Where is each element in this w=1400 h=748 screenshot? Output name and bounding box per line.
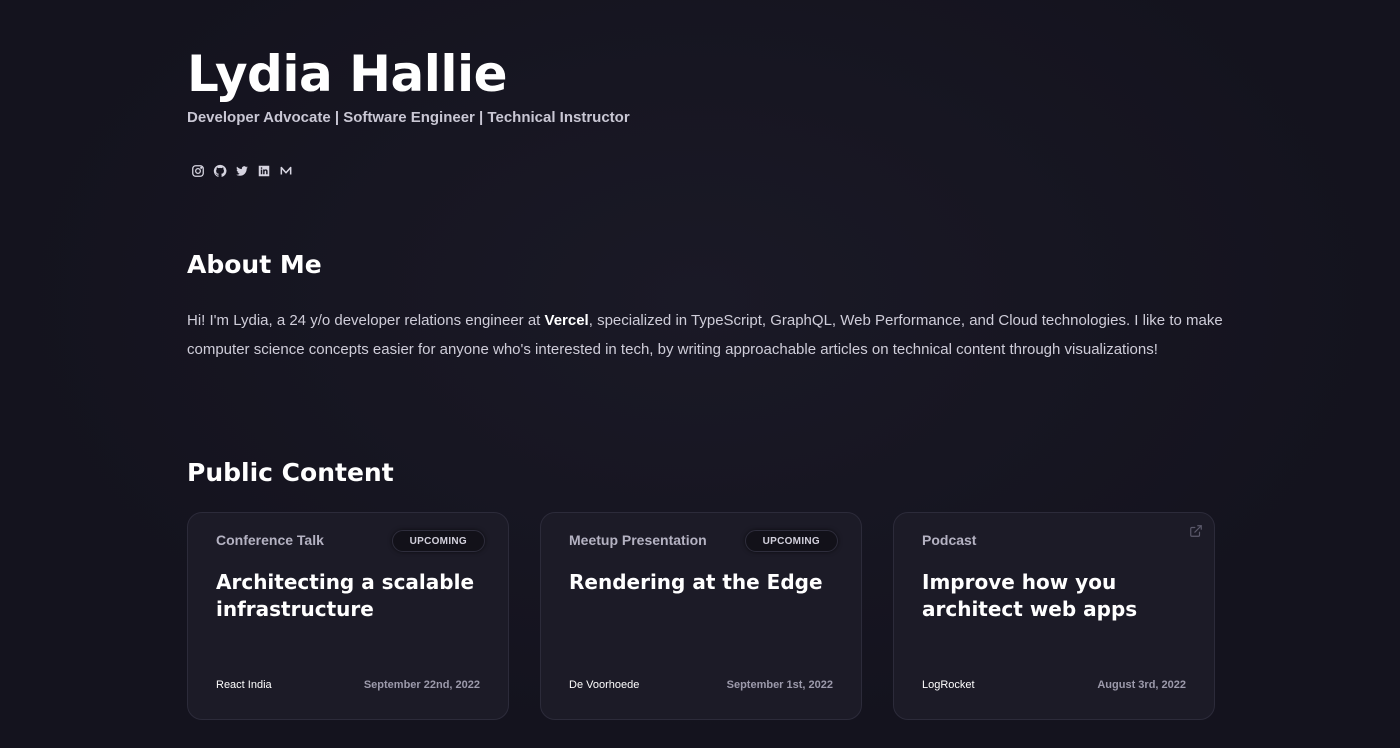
twitter-icon[interactable] — [234, 163, 249, 178]
content-cards: Conference Talk UPCOMING Architecting a … — [187, 512, 1215, 720]
card-date: September 22nd, 2022 — [363, 679, 480, 691]
public-content-heading: Public Content — [187, 458, 394, 487]
content-card[interactable]: Conference Talk UPCOMING Architecting a … — [187, 512, 509, 720]
github-icon[interactable] — [212, 163, 227, 178]
card-title: Architecting a scalable infrastructure — [216, 570, 475, 621]
about-heading: About Me — [187, 250, 322, 279]
card-date: September 1st, 2022 — [726, 679, 833, 691]
profile-name: Lydia Hallie — [187, 45, 508, 103]
about-text: Hi! I'm Lydia, a 24 y/o developer relati… — [187, 306, 1227, 364]
social-links — [190, 163, 293, 178]
card-type: Conference Talk — [216, 532, 324, 548]
external-link-icon[interactable] — [1189, 524, 1203, 538]
card-organization: React India — [216, 679, 272, 691]
card-organization: De Voorhoede — [569, 679, 640, 691]
card-type: Meetup Presentation — [569, 532, 707, 548]
card-organization: LogRocket — [922, 679, 975, 691]
card-type: Podcast — [922, 532, 977, 548]
content-card[interactable]: Meetup Presentation UPCOMING Rendering a… — [540, 512, 862, 720]
upcoming-badge: UPCOMING — [744, 530, 838, 552]
content-card[interactable]: Podcast Improve how you architect web ap… — [893, 512, 1215, 720]
card-title: Rendering at the Edge — [569, 570, 823, 594]
linkedin-icon[interactable] — [256, 163, 271, 178]
profile-tagline: Developer Advocate | Software Engineer |… — [187, 109, 630, 126]
company-name: Vercel — [544, 312, 589, 329]
card-date: August 3rd, 2022 — [1097, 679, 1186, 691]
about-text-intro: Hi! I'm Lydia, a 24 y/o developer relati… — [187, 312, 545, 329]
page: Lydia Hallie Developer Advocate | Softwa… — [0, 0, 1400, 748]
upcoming-badge: UPCOMING — [391, 530, 485, 552]
instagram-icon[interactable] — [190, 163, 205, 178]
card-title: Improve how you architect web apps — [922, 570, 1138, 621]
medium-icon[interactable] — [278, 163, 293, 178]
